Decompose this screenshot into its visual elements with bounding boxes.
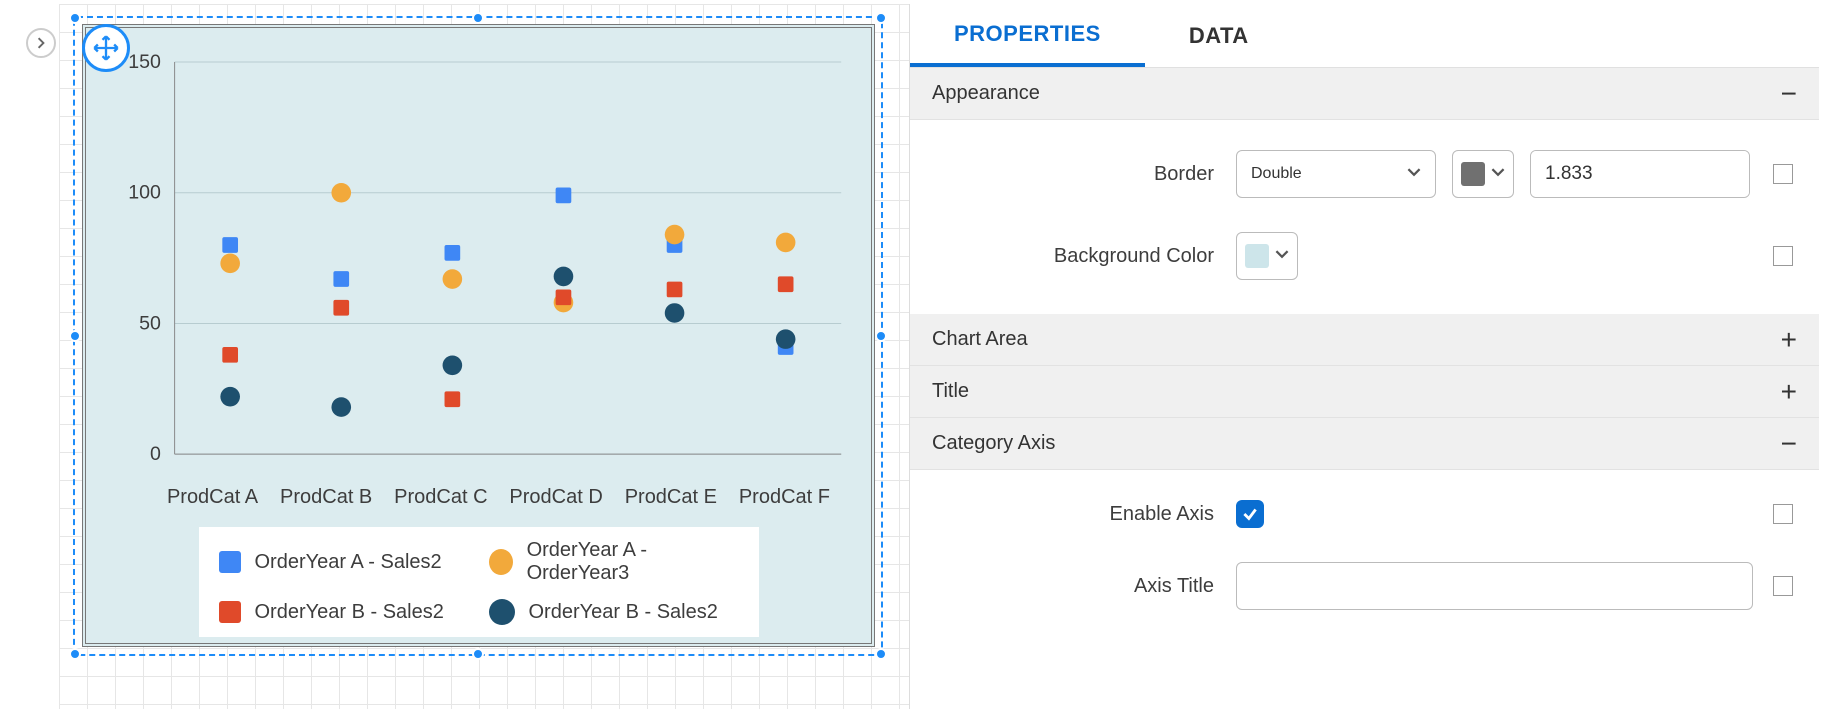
resize-handle[interactable] xyxy=(69,330,81,342)
move-handle[interactable] xyxy=(82,24,130,72)
section-title: Chart Area xyxy=(932,328,1028,351)
label-border: Border xyxy=(936,163,1236,186)
resize-handle[interactable] xyxy=(472,648,484,660)
section-title: Appearance xyxy=(932,82,1040,105)
resize-handle[interactable] xyxy=(69,648,81,660)
section-title: Title xyxy=(932,380,969,403)
color-swatch xyxy=(1461,162,1485,186)
color-swatch xyxy=(1245,244,1269,268)
resize-handle[interactable] xyxy=(472,12,484,24)
border-width-input[interactable] xyxy=(1530,150,1750,198)
section-title-props[interactable]: Title + xyxy=(910,366,1819,418)
svg-text:0: 0 xyxy=(150,443,161,465)
label-axis-title: Axis Title xyxy=(936,575,1236,598)
chevron-right-icon xyxy=(35,37,47,49)
design-canvas: 0 50 100 150 ProdCat AProdCat BProdCat CPro… xyxy=(4,4,909,709)
reset-checkbox[interactable] xyxy=(1773,504,1793,524)
enable-axis-checkbox[interactable] xyxy=(1236,500,1264,528)
collapse-panel-button[interactable] xyxy=(26,28,56,58)
section-category-axis[interactable]: Category Axis − xyxy=(910,418,1819,470)
chevron-down-icon xyxy=(1275,247,1289,266)
collapse-icon[interactable]: − xyxy=(1781,80,1797,108)
resize-handle[interactable] xyxy=(875,12,887,24)
svg-text:100: 100 xyxy=(128,182,161,204)
move-icon xyxy=(92,34,120,62)
label-background-color: Background Color xyxy=(936,245,1236,268)
svg-text:50: 50 xyxy=(139,312,161,334)
resize-handle[interactable] xyxy=(875,330,887,342)
chart-plot: 0 50 100 150 xyxy=(106,48,851,478)
resize-handle[interactable] xyxy=(875,648,887,660)
reset-checkbox[interactable] xyxy=(1773,164,1793,184)
tab-properties[interactable]: PROPERTIES xyxy=(910,4,1145,67)
tab-data[interactable]: DATA xyxy=(1145,4,1293,67)
reset-checkbox[interactable] xyxy=(1773,246,1793,266)
check-icon xyxy=(1241,505,1259,523)
border-color-picker[interactable] xyxy=(1452,150,1514,198)
reset-checkbox[interactable] xyxy=(1773,576,1793,596)
border-width-value[interactable] xyxy=(1531,151,1750,197)
chart-report-item[interactable]: 0 50 100 150 ProdCat AProdCat BProdCat CPro… xyxy=(82,24,875,647)
svg-text:150: 150 xyxy=(128,51,161,73)
expand-icon[interactable]: + xyxy=(1781,378,1797,406)
border-style-value: Double xyxy=(1251,165,1302,183)
background-color-picker[interactable] xyxy=(1236,232,1298,280)
section-appearance[interactable]: Appearance − xyxy=(910,68,1819,120)
section-chart-area[interactable]: Chart Area + xyxy=(910,314,1819,366)
chart-legend: OrderYear A - Sales2OrderYear A - OrderY… xyxy=(199,527,759,637)
resize-handle[interactable] xyxy=(69,12,81,24)
panel-tabs: PROPERTIES DATA xyxy=(910,4,1819,68)
collapse-icon[interactable]: − xyxy=(1781,430,1797,458)
section-title: Category Axis xyxy=(932,432,1055,455)
label-enable-axis: Enable Axis xyxy=(936,503,1236,526)
properties-panel: PROPERTIES DATA Appearance − Border Doub… xyxy=(909,4,1819,709)
border-style-select[interactable]: Double xyxy=(1236,150,1436,198)
axis-title-input[interactable] xyxy=(1236,562,1753,610)
chevron-down-icon xyxy=(1491,165,1505,184)
chart-x-labels: ProdCat AProdCat BProdCat CProdCat DProd… xyxy=(156,486,841,509)
chevron-down-icon xyxy=(1407,165,1421,184)
expand-icon[interactable]: + xyxy=(1781,326,1797,354)
